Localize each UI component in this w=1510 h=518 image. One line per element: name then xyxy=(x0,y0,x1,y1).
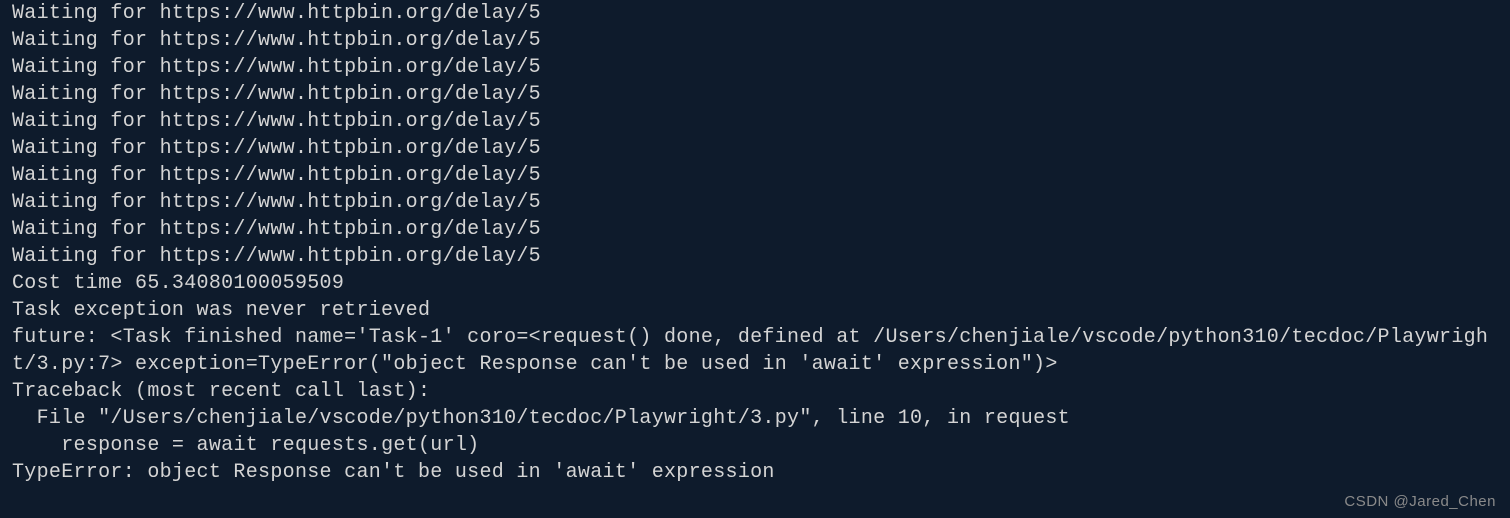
terminal-line: Waiting for https://www.httpbin.org/dela… xyxy=(12,54,1498,81)
terminal-error: TypeError: object Response can't be used… xyxy=(12,459,1498,486)
terminal-line: Waiting for https://www.httpbin.org/dela… xyxy=(12,162,1498,189)
terminal-line: Waiting for https://www.httpbin.org/dela… xyxy=(12,243,1498,270)
terminal-line: Waiting for https://www.httpbin.org/dela… xyxy=(12,216,1498,243)
terminal-traceback-header: Traceback (most recent call last): xyxy=(12,378,1498,405)
terminal-line: Waiting for https://www.httpbin.org/dela… xyxy=(12,0,1498,27)
terminal-line: Waiting for https://www.httpbin.org/dela… xyxy=(12,27,1498,54)
terminal-output: Waiting for https://www.httpbin.org/dela… xyxy=(12,0,1498,486)
terminal-future-info: future: <Task finished name='Task-1' cor… xyxy=(12,324,1498,378)
terminal-exception-header: Task exception was never retrieved xyxy=(12,297,1498,324)
terminal-line: Waiting for https://www.httpbin.org/dela… xyxy=(12,135,1498,162)
terminal-line: Waiting for https://www.httpbin.org/dela… xyxy=(12,189,1498,216)
terminal-line: Waiting for https://www.httpbin.org/dela… xyxy=(12,81,1498,108)
terminal-traceback-file: File "/Users/chenjiale/vscode/python310/… xyxy=(12,405,1498,432)
terminal-cost-time: Cost time 65.34080100059509 xyxy=(12,270,1498,297)
watermark: CSDN @Jared_Chen xyxy=(1344,492,1496,512)
terminal-line: Waiting for https://www.httpbin.org/dela… xyxy=(12,108,1498,135)
terminal-traceback-code: response = await requests.get(url) xyxy=(12,432,1498,459)
